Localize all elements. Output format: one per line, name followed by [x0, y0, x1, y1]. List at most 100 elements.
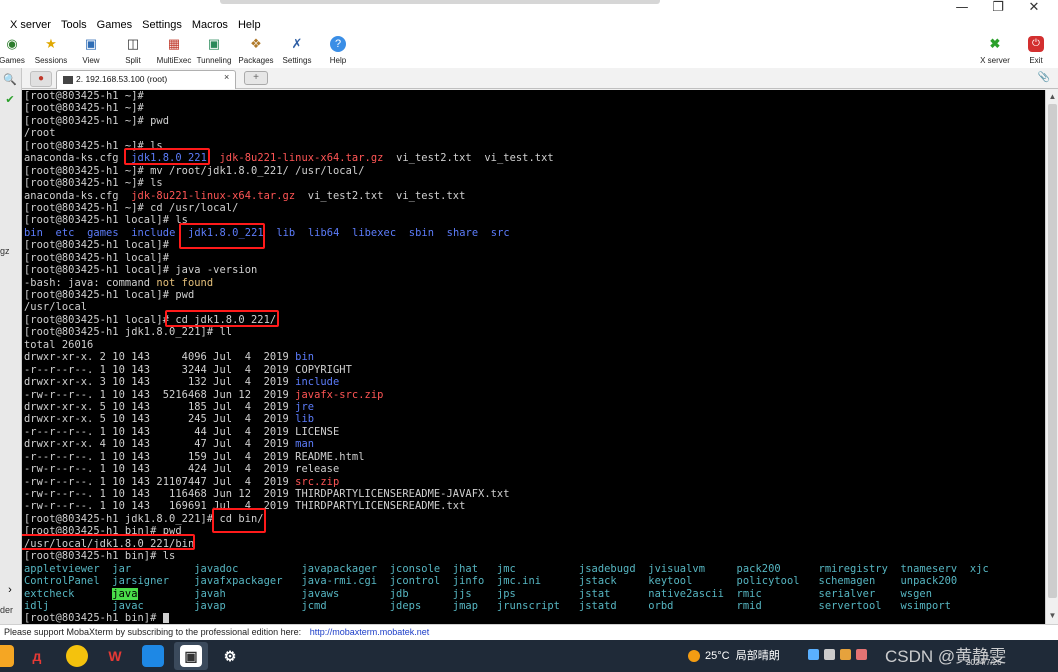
attach-icon[interactable]: 📎 — [1038, 72, 1050, 83]
terminal-segment: [root@803425-h1 ~]# cd /usr/local/ — [24, 201, 239, 214]
toolbar-packages-button[interactable]: ❖ Packages — [234, 34, 278, 68]
close-button[interactable]: ✕ — [1016, 0, 1052, 16]
scroll-down-icon[interactable]: ▼ — [1046, 610, 1058, 622]
toolbar-split-button[interactable]: ◫ Split — [111, 34, 155, 68]
minimize-button[interactable]: — — [944, 0, 980, 16]
taskbar-app-icon[interactable] — [0, 645, 14, 667]
monitor-icon: ▣ — [84, 36, 98, 51]
help-icon: ? — [330, 36, 346, 52]
window-controls: — ❐ ✕ — [944, 0, 1052, 16]
terminal-scrollbar[interactable]: ▲ ▼ — [1045, 90, 1058, 624]
toolbar-multiexec-label: MultiExec — [156, 56, 192, 65]
terminal-line: -r--r--r--. 1 10 143 159 Jul 4 2019 READ… — [24, 451, 989, 463]
toolbar-exit-button[interactable]: ⏻ Exit — [1014, 34, 1058, 68]
tray-network-icon[interactable] — [808, 649, 819, 660]
toolbar-x-server-label: X server — [980, 56, 1010, 65]
menu-games[interactable]: Games — [97, 19, 132, 31]
menu-settings[interactable]: Settings — [142, 19, 182, 31]
menu-bar: X server Tools Games Settings Macros Hel… — [0, 16, 1058, 34]
menu-x-server[interactable]: X server — [10, 19, 51, 31]
status-bar: Please support MobaXterm by subscribing … — [0, 624, 1058, 640]
menu-macros[interactable]: Macros — [192, 19, 228, 31]
weather-widget[interactable]: 25°C 局部晴朗 — [688, 647, 780, 663]
terminal-output[interactable]: [root@803425-h1 ~]# [root@803425-h1 ~]# [r… — [22, 90, 1045, 624]
terminal-line: [root@803425-h1 ~]# — [24, 102, 989, 114]
terminal-segment — [74, 227, 87, 239]
tray-app2-icon[interactable] — [856, 649, 867, 660]
terminal-line: drwxr-xr-x. 4 10 143 47 Jul 4 2019 man — [24, 438, 989, 450]
terminal-segment: drwxr-xr-x. 5 10 143 245 Jul 4 2019 — [24, 413, 296, 426]
wrench-icon: ✗ — [291, 36, 303, 51]
terminal-segment: /usr/local — [24, 301, 88, 314]
toolbar-help-button[interactable]: ? Help — [316, 34, 360, 68]
terminal-segment: etc — [55, 226, 75, 239]
terminal-line: drwxr-xr-x. 5 10 143 245 Jul 4 2019 lib — [24, 413, 989, 425]
maximize-button[interactable]: ❐ — [980, 0, 1016, 16]
toolbar-view-button[interactable]: ▣ View — [69, 34, 113, 68]
terminal-line: -rw-r--r--. 1 10 143 424 Jul 4 2019 rele… — [24, 463, 989, 475]
packages-icon: ❖ — [250, 36, 262, 51]
menu-tools[interactable]: Tools — [61, 19, 87, 31]
terminal-segment: lib — [295, 413, 315, 426]
sidebar-expand-icon[interactable]: › — [2, 582, 18, 598]
terminal-segment: javah javaws jdb jjs jps jstat native2as… — [137, 587, 933, 600]
terminal-line: [root@803425-h1 ~]# — [24, 90, 989, 102]
terminal-segment: javafx-src.zip — [295, 388, 384, 401]
terminal-line: [root@803425-h1 ~]# cd /usr/local/ — [24, 202, 989, 214]
multiexec-icon: ▦ — [167, 36, 181, 51]
terminal-segment: lib — [276, 226, 296, 239]
tab-session-1[interactable]: 2. 192.168.53.100 (root) — [56, 70, 236, 89]
taskbar-chrome-icon[interactable] — [66, 645, 88, 667]
taskbar-git-icon[interactable]: д — [26, 645, 48, 667]
terminal-segment: /root — [24, 127, 56, 140]
new-tab-button[interactable]: + — [244, 71, 268, 85]
terminal-segment — [434, 227, 447, 239]
tray-volume-icon[interactable] — [824, 649, 835, 660]
terminal-segment: bin — [24, 226, 43, 239]
sidebar-search-icon[interactable]: 🔍 — [2, 72, 18, 88]
toolbar-sessions-label: Sessions — [34, 56, 68, 65]
terminal-segment: [root@803425-h1 local]# pwd — [24, 289, 195, 301]
terminal-line: -r--r--r--. 1 10 143 44 Jul 4 2019 LICEN… — [24, 426, 989, 438]
tab-bar: ● 2. 192.168.53.100 (root) × + 📎 — [22, 68, 1058, 89]
terminal-segment — [339, 227, 352, 239]
terminal-segment — [295, 227, 308, 239]
terminal-segment: [root@803425-h1 jdk1.8.0_221]# ll — [24, 326, 233, 339]
games-icon: ◉ — [6, 36, 18, 51]
terminal-segment: jdk-8u221-linux-x64.tar.gz — [219, 152, 384, 165]
terminal-line: drwxr-xr-x. 2 10 143 4096 Jul 4 2019 bin — [24, 351, 989, 363]
tab-close-icon[interactable]: × — [224, 72, 229, 82]
taskbar-clock[interactable]: 2024/7/26 — [966, 658, 1002, 667]
terminal-segment: idlj javac javap jcmd jdeps jmap jrunscr… — [24, 599, 951, 612]
toolbar-sessions-button[interactable]: ★ Sessions — [29, 34, 73, 68]
split-icon: ◫ — [126, 36, 140, 51]
terminal-segment: [root@803425-h1 ~]# ls — [24, 177, 163, 190]
title-bar-handle[interactable] — [220, 0, 660, 4]
weather-temp: 25°C — [705, 650, 730, 662]
terminal-segment: drwxr-xr-x. 3 10 143 132 Jul 4 2019 — [24, 376, 296, 389]
toolbar-tunneling-button[interactable]: ▣ Tunneling — [192, 34, 236, 68]
taskbar-mobaxterm-icon[interactable]: ▣ — [180, 645, 202, 667]
sidebar-label-gz: gz — [0, 246, 10, 256]
scrollbar-thumb[interactable] — [1048, 104, 1057, 598]
terminal-segment: -rw-r--r--. 1 10 143 424 Jul 4 2019 rele… — [24, 463, 340, 476]
x-server-icon: ✖ — [989, 36, 1001, 51]
status-link[interactable]: http://mobaxterm.mobatek.net — [310, 627, 430, 637]
terminal-segment: [root@803425-h1 ~]# — [24, 102, 144, 115]
terminal-segment: [root@803425-h1 ~]# — [24, 90, 144, 102]
taskbar-settings-icon[interactable]: ⚙ — [219, 645, 241, 667]
terminal-line: idlj javac javap jcmd jdeps jmap jrunscr… — [24, 600, 989, 612]
toolbar-settings-button[interactable]: ✗ Settings — [275, 34, 319, 68]
toolbar-multiexec-button[interactable]: ▦ MultiExec — [152, 34, 196, 68]
tray-app-icon[interactable] — [840, 649, 851, 660]
toolbar-x-server-button[interactable]: ✖ X server — [973, 34, 1017, 68]
terminal-segment: src — [490, 226, 510, 239]
taskbar-folder-icon[interactable] — [142, 645, 164, 667]
taskbar-wps-icon[interactable]: W — [104, 645, 126, 667]
terminal-segment: -rw-r--r--. 1 10 143 5216468 Jun 12 2019 — [24, 388, 296, 401]
home-tab-icon[interactable]: ● — [30, 71, 52, 87]
terminal-line: -rw-r--r--. 1 10 143 116468 Jun 12 2019 … — [24, 488, 989, 500]
sidebar-check-icon[interactable]: ✔ — [2, 92, 18, 108]
scroll-up-icon[interactable]: ▲ — [1046, 91, 1058, 103]
menu-help[interactable]: Help — [238, 19, 261, 31]
